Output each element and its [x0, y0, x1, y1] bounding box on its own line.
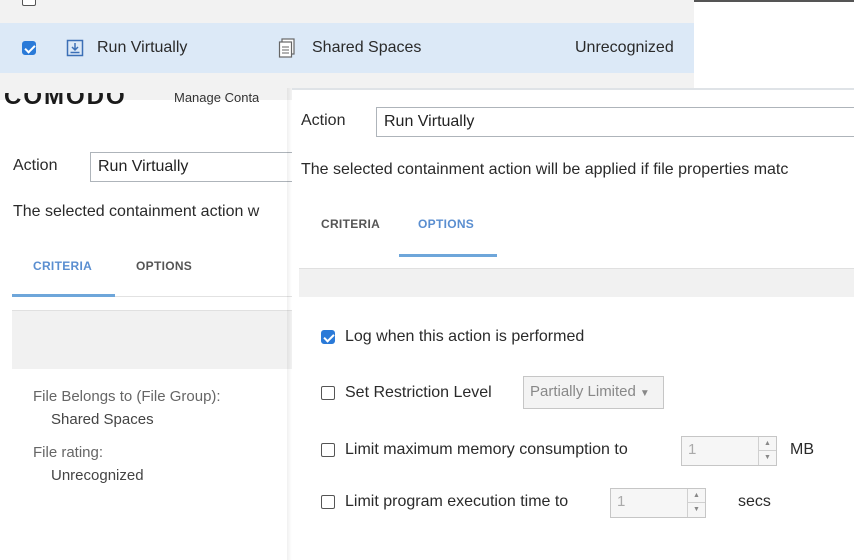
info-text: The selected containment action w	[13, 203, 260, 220]
file-list-panel: Run Virtually Shared Spaces Unrecognized	[0, 0, 694, 100]
window-edge-line	[694, 0, 854, 2]
memory-limit-stepper[interactable]: 1 ▲ ▼	[681, 436, 777, 466]
exec-time-label: Limit program execution time to	[345, 493, 569, 510]
restriction-checkbox[interactable]	[321, 386, 335, 400]
exec-time-value: 1	[617, 493, 626, 510]
memory-limit-value: 1	[688, 441, 697, 458]
memory-limit-checkbox[interactable]	[321, 443, 335, 457]
memory-limit-label: Limit maximum memory consumption to	[345, 441, 628, 458]
row-checkbox[interactable]	[22, 0, 36, 6]
overlay-top-edge	[292, 88, 854, 90]
criteria-rating-value: Unrecognized	[51, 467, 144, 484]
options-dialog: Action Run Virtually The selected contai…	[292, 88, 854, 560]
action-field[interactable]: Run Virtually	[376, 107, 854, 137]
stepper-down-icon[interactable]: ▼	[688, 503, 705, 517]
action-label: Action	[13, 157, 58, 174]
caret-down-icon: ▼	[639, 388, 650, 399]
window-title-fragment: Manage Conta	[174, 93, 260, 105]
exec-time-unit-label: secs	[738, 493, 771, 510]
action-field[interactable]: Run Virtually	[90, 152, 300, 182]
stepper-down-icon[interactable]: ▼	[759, 451, 776, 465]
list-row-selected[interactable]: Run Virtually Shared Spaces Unrecognized	[0, 23, 694, 73]
row-file-group-text: Shared Spaces	[312, 39, 422, 56]
log-checkbox[interactable]	[321, 330, 335, 344]
restriction-level-value: Partially Limited	[530, 383, 636, 400]
info-text: The selected containment action will be …	[301, 161, 789, 178]
tab-criteria[interactable]: CRITERIA	[33, 259, 92, 273]
stepper-buttons: ▲ ▼	[758, 437, 776, 465]
criteria-file-group-label: File Belongs to (File Group):	[33, 388, 221, 405]
log-option-label: Log when this action is performed	[345, 328, 585, 345]
comodo-logo: COMODO	[4, 93, 127, 107]
row-action-text: Run Virtually	[97, 39, 188, 56]
row-checkbox-checked[interactable]	[22, 41, 36, 55]
tab-criteria[interactable]: CRITERIA	[321, 217, 380, 231]
tab-active-underline	[12, 294, 115, 297]
criteria-header-panel	[12, 310, 302, 369]
stepper-up-icon[interactable]: ▲	[759, 437, 776, 451]
stepper-up-icon[interactable]: ▲	[688, 489, 705, 503]
memory-unit-label: MB	[790, 441, 814, 458]
tab-options[interactable]: OPTIONS	[136, 259, 192, 273]
exec-time-checkbox[interactable]	[321, 495, 335, 509]
stepper-buttons: ▲ ▼	[687, 489, 705, 517]
criteria-rating-label: File rating:	[33, 444, 104, 461]
tab-options[interactable]: OPTIONS	[418, 217, 474, 231]
list-row-partial[interactable]	[0, 0, 694, 8]
options-header-panel	[299, 268, 854, 297]
file-group-icon	[278, 38, 296, 63]
tab-active-underline	[399, 254, 497, 257]
restriction-option-label: Set Restriction Level	[345, 384, 492, 401]
criteria-file-group-value: Shared Spaces	[51, 411, 154, 428]
restriction-level-dropdown[interactable]: Partially Limited ▼	[523, 376, 664, 409]
action-label: Action	[301, 112, 346, 129]
run-virtually-icon	[66, 39, 84, 62]
exec-time-stepper[interactable]: 1 ▲ ▼	[610, 488, 706, 518]
row-rating-text: Unrecognized	[575, 39, 674, 56]
